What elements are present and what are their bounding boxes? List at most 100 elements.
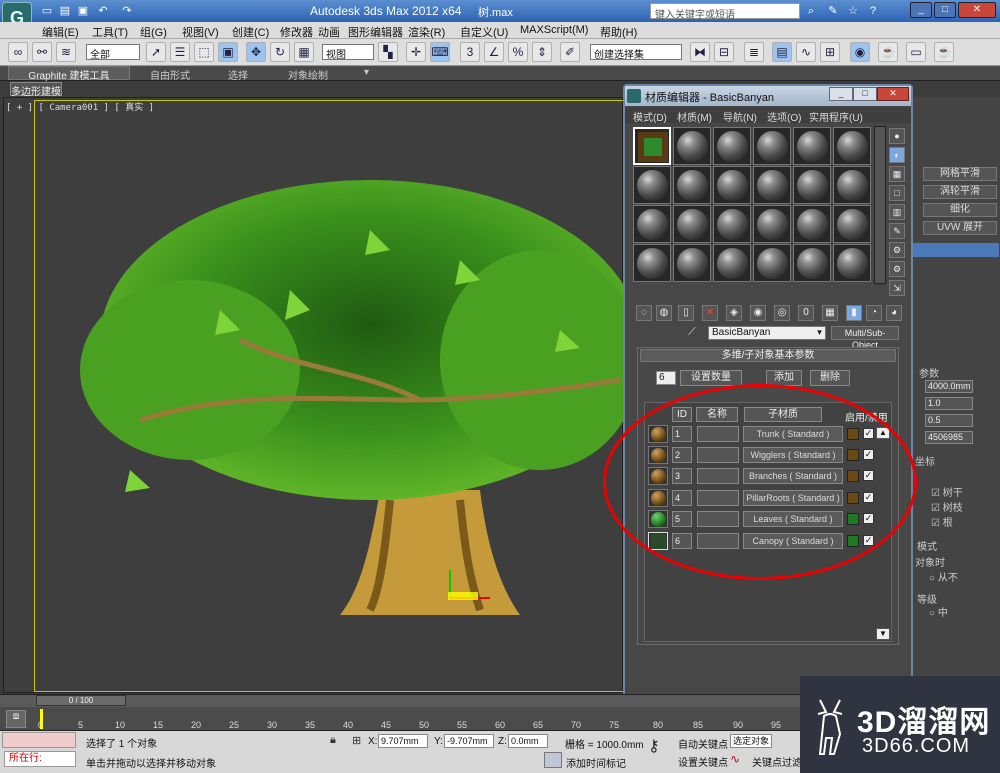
angle-snap-icon[interactable]: ∠ xyxy=(484,42,504,62)
selection-filter-dropdown[interactable]: 全部 xyxy=(86,44,140,61)
schematic-view-icon[interactable]: ⊞ xyxy=(820,42,840,62)
copy-material-icon[interactable]: ◈ xyxy=(726,305,742,321)
binoculars-icon[interactable]: ⌕ xyxy=(804,4,818,18)
auto-key-label[interactable]: 自动关键点 xyxy=(678,736,728,751)
menu-customize[interactable]: 自定义(U) xyxy=(460,24,508,40)
make-preview-icon[interactable]: ✎ xyxy=(889,223,905,239)
med-menu-material[interactable]: 材质(M) xyxy=(677,109,712,124)
percent-snap-icon[interactable]: % xyxy=(508,42,528,62)
tab-graphite-modeling[interactable]: Graphite 建模工具 xyxy=(8,66,130,82)
material-slot[interactable] xyxy=(633,244,671,282)
script-location[interactable]: 所在行: xyxy=(4,751,76,767)
material-slot-active[interactable] xyxy=(633,127,671,165)
go-forward-icon[interactable]: ◕ xyxy=(886,305,902,321)
snap-3d-icon[interactable]: 3 xyxy=(460,42,480,62)
material-slot[interactable] xyxy=(833,166,871,204)
radio-never[interactable]: ○ 从不 xyxy=(929,569,958,584)
go-to-parent-icon[interactable]: ◔ xyxy=(866,305,882,321)
unlink-icon[interactable]: ⚯ xyxy=(32,42,52,62)
list-scroll-down-icon[interactable]: ▼ xyxy=(876,628,890,640)
rect-select-icon[interactable]: ⬚ xyxy=(194,42,214,62)
help-icon[interactable]: ? xyxy=(866,4,880,18)
maxscript-listener[interactable] xyxy=(2,732,76,748)
menu-view[interactable]: 视图(V) xyxy=(182,24,219,40)
material-id-channel-icon[interactable]: 0 xyxy=(798,305,814,321)
chevron-down-icon[interactable]: ▾ xyxy=(814,327,825,339)
reset-map-icon[interactable]: ✕ xyxy=(702,305,718,321)
menu-edit[interactable]: 编辑(E) xyxy=(42,24,79,40)
menu-create[interactable]: 创建(C) xyxy=(232,24,269,40)
selected-object-dropdown[interactable]: 选定对象 xyxy=(730,734,772,748)
options-icon[interactable]: ⚙ xyxy=(889,242,905,258)
redo-icon[interactable]: ↷ xyxy=(120,4,134,18)
tab-polygon-modeling[interactable]: 多边形建模 xyxy=(10,82,62,98)
material-type-button[interactable]: Multi/Sub-Object xyxy=(831,326,899,350)
material-slot[interactable] xyxy=(793,205,831,243)
close-button[interactable]: ✕ xyxy=(958,2,996,18)
material-slot[interactable] xyxy=(713,166,751,204)
material-slot[interactable] xyxy=(793,166,831,204)
select-by-name-icon[interactable]: ☰ xyxy=(170,42,190,62)
material-slot[interactable] xyxy=(633,166,671,204)
material-slot[interactable] xyxy=(753,244,791,282)
coord-system-dropdown[interactable]: 视图 xyxy=(322,44,374,61)
material-slot[interactable] xyxy=(713,205,751,243)
y-coord-field[interactable]: -9.707mm xyxy=(444,734,494,748)
layer-manager-icon[interactable]: ≣ xyxy=(744,42,764,62)
render-setup-icon[interactable]: ☕ xyxy=(878,42,898,62)
meshsmooth-button[interactable]: 网格平滑 xyxy=(923,167,997,181)
pivot-icon[interactable]: ▚ xyxy=(378,42,398,62)
param2-field[interactable]: 1.0 xyxy=(925,397,973,410)
mirror-icon[interactable]: ⧓ xyxy=(690,42,710,62)
count-field[interactable]: 6 xyxy=(656,371,676,385)
make-unique-icon[interactable]: ◉ xyxy=(750,305,766,321)
add-time-tag[interactable]: 添加时间标记 xyxy=(566,755,626,770)
med-maximize-button[interactable]: □ xyxy=(853,87,877,101)
curve-editor-icon[interactable]: ∿ xyxy=(796,42,816,62)
med-menu-utilities[interactable]: 实用程序(U) xyxy=(809,109,863,124)
star-icon[interactable]: ☆ xyxy=(846,4,860,18)
manipulate-icon[interactable]: ✛ xyxy=(406,42,426,62)
banyan-tree-model[interactable] xyxy=(40,170,625,630)
set-key-label[interactable]: 设置关键点 xyxy=(678,754,728,769)
menu-rendering[interactable]: 渲染(R) xyxy=(408,24,445,40)
undo-icon[interactable]: ↶ xyxy=(96,4,110,18)
graphite-toggle-icon[interactable]: ▤ xyxy=(772,42,792,62)
menu-modifiers[interactable]: 修改器 xyxy=(280,24,313,40)
keyboard-shortcut-icon[interactable]: ⌨ xyxy=(430,42,450,62)
material-slot[interactable] xyxy=(753,166,791,204)
material-slot[interactable] xyxy=(713,244,751,282)
time-slider[interactable]: 0 / 100 xyxy=(36,695,126,706)
rendered-frame-icon[interactable]: ▭ xyxy=(906,42,926,62)
show-end-result-icon[interactable]: ▮ xyxy=(846,305,862,321)
pick-material-icon[interactable]: ⟋ xyxy=(688,326,704,340)
radio-medium[interactable]: ○ 中 xyxy=(929,604,948,619)
edit-named-sets-icon[interactable]: ✐ xyxy=(560,42,580,62)
med-minimize-button[interactable]: _ xyxy=(829,87,853,101)
link-icon[interactable]: ∞ xyxy=(8,42,28,62)
put-to-scene-icon[interactable]: ◍ xyxy=(656,305,672,321)
x-coord-field[interactable]: 9.707mm xyxy=(378,734,428,748)
modifier-stack-selected[interactable] xyxy=(913,243,999,257)
material-slot[interactable] xyxy=(673,166,711,204)
opt-branches[interactable]: ☑ 树枝 xyxy=(931,499,963,514)
menu-animation[interactable]: 动画 xyxy=(318,24,340,40)
key-icon[interactable]: ⚷ xyxy=(648,736,660,756)
gizmo-plane[interactable] xyxy=(448,592,478,600)
material-slot[interactable] xyxy=(673,205,711,243)
curve-icon[interactable]: ∿ xyxy=(730,752,740,766)
align-icon[interactable]: ⊟ xyxy=(714,42,734,62)
save-icon[interactable]: ▣ xyxy=(76,4,90,18)
med-menu-mode[interactable]: 模式(D) xyxy=(633,109,667,124)
assign-to-selection-icon[interactable]: ▯ xyxy=(678,305,694,321)
material-slot[interactable] xyxy=(753,205,791,243)
time-tag-icon[interactable] xyxy=(544,752,562,768)
select-by-material-icon[interactable]: ⚙ xyxy=(889,261,905,277)
background-icon[interactable]: ▦ xyxy=(889,166,905,182)
select-move-icon[interactable]: ✥ xyxy=(246,42,266,62)
rollout-header[interactable]: 多维/子对象基本参数 xyxy=(640,349,896,362)
material-slot[interactable] xyxy=(673,244,711,282)
tab-object-paint[interactable]: 对象绘制 xyxy=(288,67,328,82)
med-menu-options[interactable]: 选项(O) xyxy=(767,109,801,124)
get-material-icon[interactable]: ◌ xyxy=(636,305,652,321)
